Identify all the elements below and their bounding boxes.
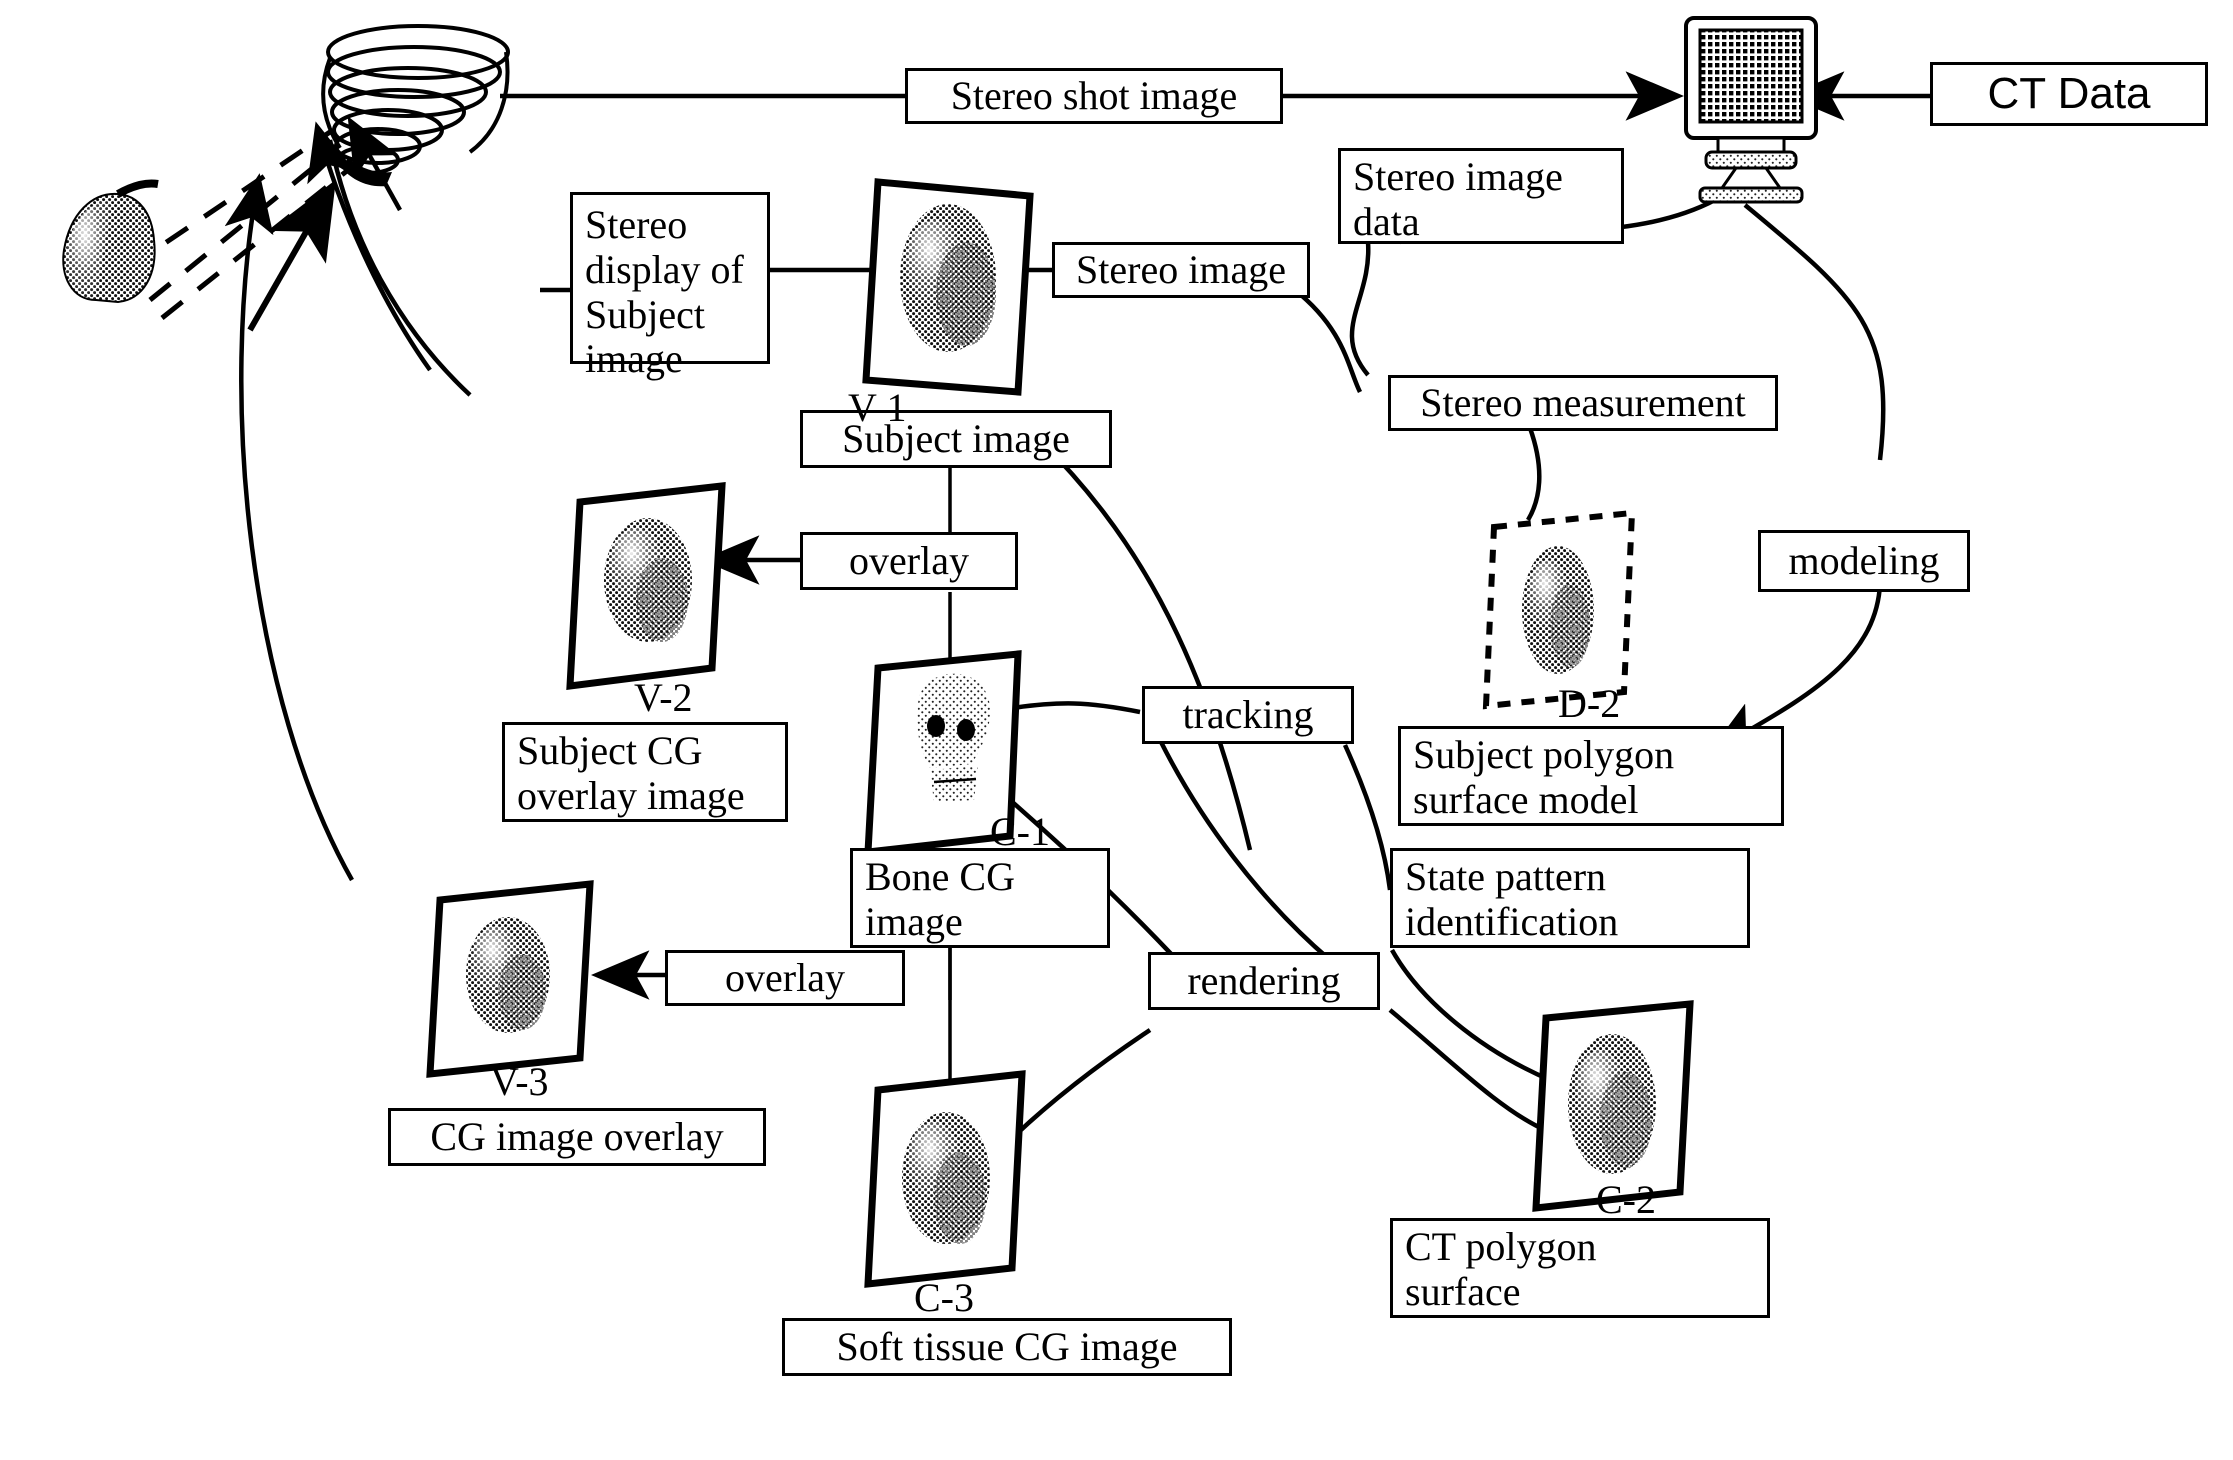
box-ct-data-label: CT Data (1987, 69, 2151, 119)
box-rendering[interactable]: rendering (1148, 952, 1380, 1010)
plane-label-v3: V-3 (490, 1062, 549, 1102)
plane-d2 (1482, 509, 1636, 710)
box-soft-tissue-cg-image-label: Soft tissue CG image (836, 1323, 1178, 1369)
box-subject-cg-overlay-image-label: Subject CG overlay image (517, 728, 745, 818)
plane-c3 (864, 1070, 1026, 1288)
diagram-canvas: right to monitor --> (0, 0, 2233, 1460)
box-stereo-display-of-subject-image[interactable]: Stereo display of Subject image (570, 192, 770, 381)
subject-head-icon (62, 179, 159, 304)
stereo-display-coil-icon (321, 24, 510, 175)
cg-overlay-plane-icon (466, 917, 550, 1033)
box-cg-image-overlay-label: CG image overlay (430, 1113, 724, 1159)
box-overlay-lower[interactable]: overlay (665, 950, 905, 1006)
projection-rays (126, 129, 350, 320)
plane-label-c3-text: C-3 (914, 1275, 974, 1320)
box-modeling[interactable]: modeling (1758, 530, 1970, 592)
crt-monitor-icon (1684, 16, 1818, 204)
soft-tissue-plane-icon (902, 1112, 990, 1244)
box-cg-image-overlay[interactable]: CG image overlay (388, 1108, 766, 1166)
box-modeling-label: modeling (1788, 537, 1940, 583)
box-stereo-measurement-label: Stereo measurement (1420, 379, 1746, 425)
box-overlay-upper-label: overlay (849, 537, 969, 583)
box-bone-cg-image[interactable]: Bone CG image (850, 848, 1110, 948)
box-ct-data[interactable]: CT Data (1930, 62, 2208, 126)
plane-label-c2: C-2 (1596, 1180, 1656, 1220)
box-stereo-image-data[interactable]: Stereo image data (1338, 148, 1624, 244)
artwork-layer (62, 16, 1818, 1288)
plane-label-c1: C-1 (990, 812, 1050, 852)
box-soft-tissue-cg-image[interactable]: Soft tissue CG image (782, 1318, 1232, 1376)
box-stereo-shot-image[interactable]: Stereo shot image (905, 68, 1283, 124)
plane-label-c2-text: C-2 (1596, 1177, 1656, 1222)
box-overlay-lower-label: overlay (725, 954, 845, 1000)
box-overlay-upper[interactable]: overlay (800, 532, 1018, 590)
box-subject-image[interactable]: Subject image (800, 410, 1112, 468)
plane-label-v3-text: V-3 (490, 1059, 549, 1104)
box-ct-polygon-surface-label: CT polygon surface (1405, 1224, 1597, 1314)
box-stereo-shot-image-label: Stereo shot image (950, 72, 1238, 118)
box-stereo-image[interactable]: Stereo image (1052, 242, 1310, 298)
box-state-pattern-identification-label: State pattern identification (1405, 854, 1619, 944)
plane-label-c1-text: C-1 (990, 809, 1050, 854)
box-stereo-image-data-label: Stereo image data (1353, 154, 1563, 244)
plane-v2 (566, 482, 726, 690)
box-rendering-label: rendering (1187, 957, 1341, 1003)
plane-label-v2: V-2 (634, 678, 693, 718)
plane-label-d2-text: D-2 (1558, 681, 1621, 726)
box-bone-cg-image-label: Bone CG image (865, 854, 1015, 944)
box-subject-polygon-surface-model[interactable]: Subject polygon surface model (1398, 726, 1784, 826)
plane-label-v1-text: V-1 (848, 385, 907, 430)
polygon-surface-plane-icon (1522, 546, 1594, 674)
box-tracking-label: tracking (1182, 691, 1314, 737)
box-tracking[interactable]: tracking (1142, 686, 1354, 744)
box-stereo-image-label: Stereo image (1076, 246, 1286, 292)
box-subject-polygon-surface-model-label: Subject polygon surface model (1413, 732, 1675, 822)
plane-label-d2: D-2 (1558, 684, 1620, 724)
box-subject-cg-overlay-image[interactable]: Subject CG overlay image (502, 722, 788, 822)
box-ct-polygon-surface[interactable]: CT polygon surface (1390, 1218, 1770, 1318)
box-stereo-display-of-subject-image-label: Stereo display of Subject image (585, 202, 744, 382)
plane-v3 (426, 880, 594, 1078)
face-image-plane-icon (900, 204, 996, 352)
ct-polygon-plane-icon (1568, 1034, 1656, 1174)
box-stereo-measurement[interactable]: Stereo measurement (1388, 375, 1778, 431)
plane-label-c3: C-3 (914, 1278, 974, 1318)
plane-v1 (862, 178, 1034, 396)
box-state-pattern-identification[interactable]: State pattern identification (1390, 848, 1750, 948)
overlay-image-plane-icon (604, 518, 692, 642)
plane-label-v1: V-1 (848, 388, 907, 428)
plane-label-v2-text: V-2 (634, 675, 693, 720)
